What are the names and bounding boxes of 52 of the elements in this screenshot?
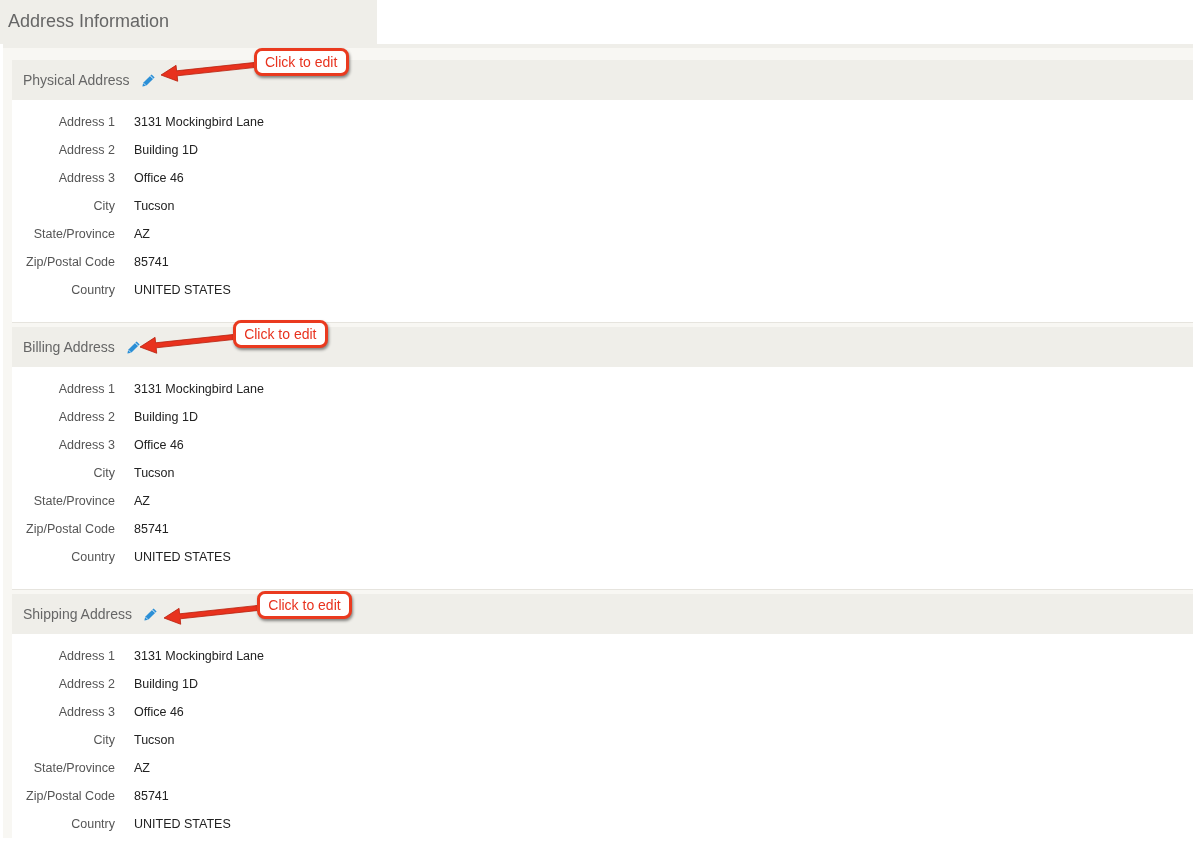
field-label: Country bbox=[71, 548, 115, 566]
field-label: Zip/Postal Code bbox=[26, 520, 115, 538]
field-value: 3131 Mockingbird Lane bbox=[134, 647, 264, 665]
field-value: UNITED STATES bbox=[134, 548, 231, 566]
field-label: Address 1 bbox=[58, 647, 115, 665]
field-label: City bbox=[93, 731, 115, 749]
field-value: 3131 Mockingbird Lane bbox=[134, 380, 264, 398]
field-value: Building 1D bbox=[134, 408, 198, 426]
field-label: Address 3 bbox=[58, 169, 115, 187]
field-value: Tucson bbox=[134, 197, 175, 215]
field-value: AZ bbox=[134, 759, 150, 777]
pencil-icon[interactable] bbox=[143, 607, 157, 621]
field-value: Tucson bbox=[134, 464, 175, 482]
field-value: UNITED STATES bbox=[134, 281, 231, 299]
callout-label: Click to edit bbox=[253, 48, 349, 76]
field-value: 85741 bbox=[134, 787, 169, 805]
field-label: State/Province bbox=[33, 492, 115, 510]
section-title: Shipping Address bbox=[23, 604, 132, 624]
field-label: Address 1 bbox=[58, 113, 115, 131]
field-value: Building 1D bbox=[134, 675, 198, 693]
field-value: Office 46 bbox=[134, 169, 184, 187]
field-label: Address 2 bbox=[58, 408, 115, 426]
field-value: AZ bbox=[134, 225, 150, 243]
field-label: Address 2 bbox=[58, 675, 115, 693]
field-label: Country bbox=[71, 815, 115, 833]
field-value: AZ bbox=[134, 492, 150, 510]
field-value: UNITED STATES bbox=[134, 815, 231, 833]
field-label: City bbox=[93, 464, 115, 482]
field-value: Office 46 bbox=[134, 703, 184, 721]
callout-label: Click to edit bbox=[232, 320, 328, 348]
field-value: Office 46 bbox=[134, 436, 184, 454]
page-title: Address Information bbox=[8, 11, 170, 31]
field-label: Address 3 bbox=[58, 436, 115, 454]
field-label: Zip/Postal Code bbox=[26, 787, 115, 805]
section-title: Billing Address bbox=[23, 337, 115, 357]
field-label: Address 2 bbox=[58, 141, 115, 159]
field-label: Address 1 bbox=[58, 380, 115, 398]
section-title: Physical Address bbox=[23, 70, 130, 90]
pencil-icon[interactable] bbox=[126, 340, 140, 354]
callout-label: Click to edit bbox=[256, 591, 352, 619]
field-value: 3131 Mockingbird Lane bbox=[134, 113, 264, 131]
field-value: 85741 bbox=[134, 253, 169, 271]
pencil-icon[interactable] bbox=[141, 73, 155, 87]
field-value: 85741 bbox=[134, 520, 169, 538]
field-value: Tucson bbox=[134, 731, 175, 749]
field-label: City bbox=[93, 197, 115, 215]
field-label: State/Province bbox=[33, 225, 115, 243]
field-label: Country bbox=[71, 281, 115, 299]
field-label: Zip/Postal Code bbox=[26, 253, 115, 271]
field-value: Building 1D bbox=[134, 141, 198, 159]
field-label: State/Province bbox=[33, 759, 115, 777]
field-label: Address 3 bbox=[58, 703, 115, 721]
